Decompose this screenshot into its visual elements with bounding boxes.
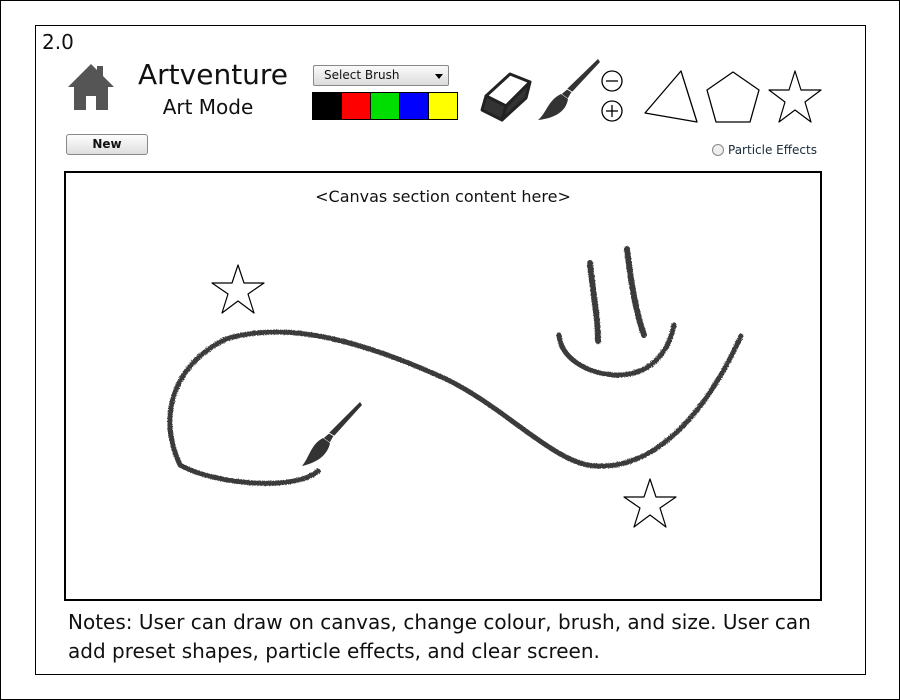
increase-size-icon[interactable] <box>600 99 624 123</box>
color-swatch-yellow[interactable] <box>429 93 457 119</box>
brush-icon[interactable] <box>536 56 602 124</box>
particle-effects-toggle[interactable]: Particle Effects <box>712 143 817 157</box>
app-title: Artventure <box>138 58 289 91</box>
drawn-wave-stroke <box>167 329 744 486</box>
version-label: 2.0 <box>42 30 74 54</box>
drawing-canvas[interactable]: <Canvas section content here> <box>64 171 822 601</box>
pentagon-shape-icon[interactable] <box>705 70 761 124</box>
drawn-left-eye-stroke <box>587 260 601 344</box>
notes-text: Notes: User can draw on canvas, change c… <box>68 610 811 663</box>
drawn-smile-stroke <box>556 322 677 378</box>
color-swatch-blue[interactable] <box>400 93 429 119</box>
home-icon[interactable] <box>66 62 116 112</box>
star-shape-icon[interactable] <box>767 70 823 124</box>
brush-select[interactable]: Select Brush <box>313 65 449 86</box>
decrease-size-icon[interactable] <box>600 69 624 93</box>
color-swatch-red[interactable] <box>342 93 371 119</box>
canvas-star-shape <box>211 264 265 314</box>
new-button[interactable]: New <box>66 134 148 155</box>
particle-effects-label: Particle Effects <box>728 143 817 157</box>
color-swatch-black[interactable] <box>313 93 342 119</box>
brush-select-label: Select Brush <box>324 68 400 82</box>
app-subtitle: Art Mode <box>162 95 254 119</box>
color-palette <box>312 92 458 120</box>
dropdown-arrow-icon <box>435 74 443 79</box>
canvas-star-shape <box>623 478 677 528</box>
triangle-shape-icon[interactable] <box>643 69 699 125</box>
particle-effects-radio[interactable] <box>712 144 724 156</box>
eraser-icon[interactable] <box>480 68 534 122</box>
drawn-right-eye-stroke <box>624 246 647 338</box>
color-swatch-green[interactable] <box>371 93 400 119</box>
brush-cursor-icon <box>302 402 362 466</box>
canvas-drawing <box>167 246 744 528</box>
